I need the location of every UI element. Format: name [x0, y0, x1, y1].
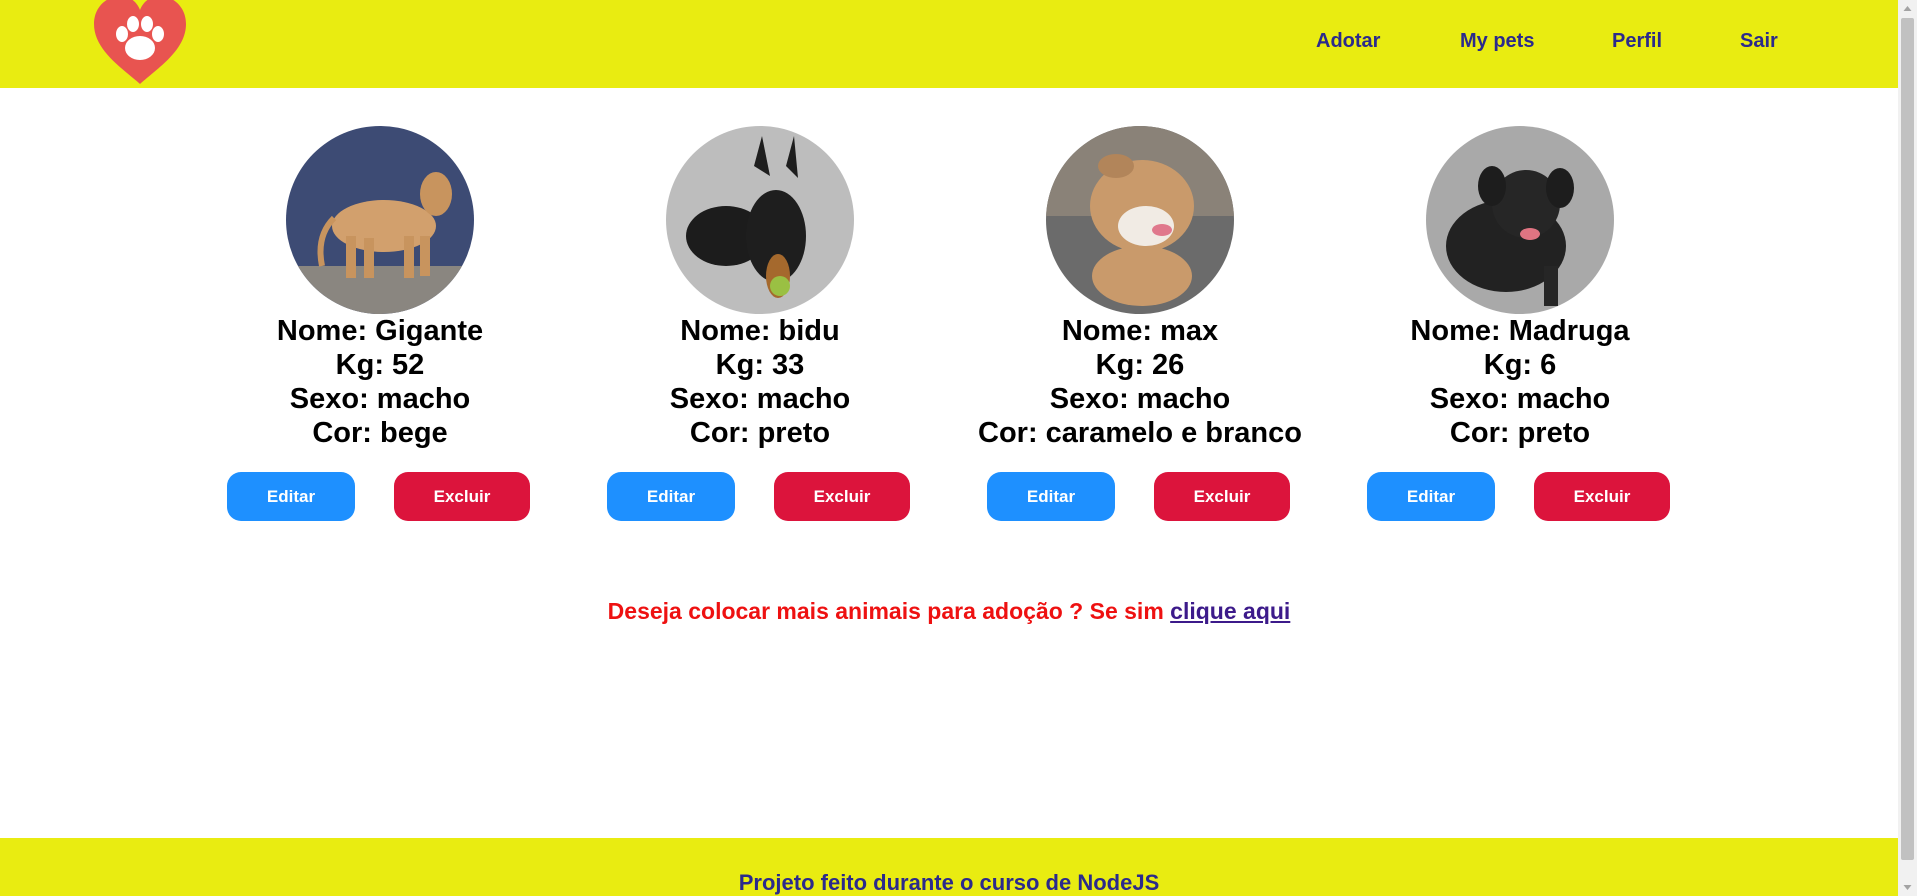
pet-list: Nome: Gigante Kg: 52 Sexo: macho Cor: be…	[0, 126, 1898, 526]
pet-color: Cor: caramelo e branco	[978, 417, 1302, 449]
pet-sex: Sexo: macho	[1429, 383, 1611, 415]
pet-info: Nome: bidu Kg: 33 Sexo: macho Cor: preto	[580, 314, 940, 450]
edit-button[interactable]: Editar	[227, 472, 355, 521]
pet-color: Cor: preto	[689, 417, 831, 449]
pet-weight: Kg: 26	[1095, 349, 1185, 381]
cta-text: Deseja colocar mais animais para adoção …	[607, 598, 1171, 624]
nav-my-pets-link[interactable]: My pets	[1460, 30, 1534, 53]
pet-photo-max	[1046, 126, 1234, 314]
pet-card-max: Nome: max Kg: 26 Sexo: macho Cor: carame…	[960, 126, 1320, 526]
pet-info: Nome: Madruga Kg: 6 Sexo: macho Cor: pre…	[1340, 314, 1700, 450]
pet-sex: Sexo: macho	[1049, 383, 1231, 415]
pet-color: Cor: preto	[1449, 417, 1591, 449]
add-more-pets-prompt: Deseja colocar mais animais para adoção …	[0, 598, 1898, 625]
footer-text: Projeto feito durante o curso de NodeJS	[738, 870, 1160, 895]
site-header: Adotar My pets Perfil Sair	[0, 0, 1898, 88]
pet-weight: Kg: 33	[715, 349, 805, 381]
pet-photo-bidu	[666, 126, 854, 314]
pet-card-madruga: Nome: Madruga Kg: 6 Sexo: macho Cor: pre…	[1340, 126, 1700, 526]
pet-card-gigante: Nome: Gigante Kg: 52 Sexo: macho Cor: be…	[200, 126, 560, 526]
pet-card-bidu: Nome: bidu Kg: 33 Sexo: macho Cor: preto…	[580, 126, 940, 526]
scrollbar-thumb[interactable]	[1901, 18, 1914, 860]
pet-name: Nome: bidu	[680, 315, 840, 347]
pet-weight: Kg: 52	[335, 349, 425, 381]
pet-name: Nome: max	[1061, 315, 1219, 347]
pet-info: Nome: Gigante Kg: 52 Sexo: macho Cor: be…	[200, 314, 560, 450]
nav-perfil-link[interactable]: Perfil	[1612, 30, 1662, 53]
delete-button[interactable]: Excluir	[394, 472, 530, 521]
vertical-scrollbar[interactable]	[1898, 0, 1917, 896]
delete-button[interactable]: Excluir	[774, 472, 910, 521]
edit-button[interactable]: Editar	[607, 472, 735, 521]
pet-photo-madruga	[1426, 126, 1614, 314]
delete-button[interactable]: Excluir	[1154, 472, 1290, 521]
pet-sex: Sexo: macho	[669, 383, 851, 415]
nav-sair-link[interactable]: Sair	[1740, 30, 1778, 53]
pet-photo-gigante	[286, 126, 474, 314]
pet-info: Nome: max Kg: 26 Sexo: macho Cor: carame…	[960, 314, 1320, 450]
scroll-up-arrow-icon[interactable]	[1898, 0, 1917, 17]
add-pet-link[interactable]: clique aqui	[1170, 598, 1290, 624]
edit-button[interactable]: Editar	[1367, 472, 1495, 521]
site-footer: Projeto feito durante o curso de NodeJS	[0, 838, 1898, 896]
main-nav: Adotar My pets Perfil Sair	[0, 30, 1898, 60]
pet-name: Nome: Madruga	[1410, 315, 1630, 347]
pet-color: Cor: bege	[312, 417, 448, 449]
delete-button[interactable]: Excluir	[1534, 472, 1670, 521]
pet-name: Nome: Gigante	[276, 315, 484, 347]
edit-button[interactable]: Editar	[987, 472, 1115, 521]
pet-weight: Kg: 6	[1483, 349, 1557, 381]
scroll-down-arrow-icon[interactable]	[1898, 879, 1917, 896]
pet-sex: Sexo: macho	[289, 383, 471, 415]
nav-adotar-link[interactable]: Adotar	[1316, 30, 1380, 53]
